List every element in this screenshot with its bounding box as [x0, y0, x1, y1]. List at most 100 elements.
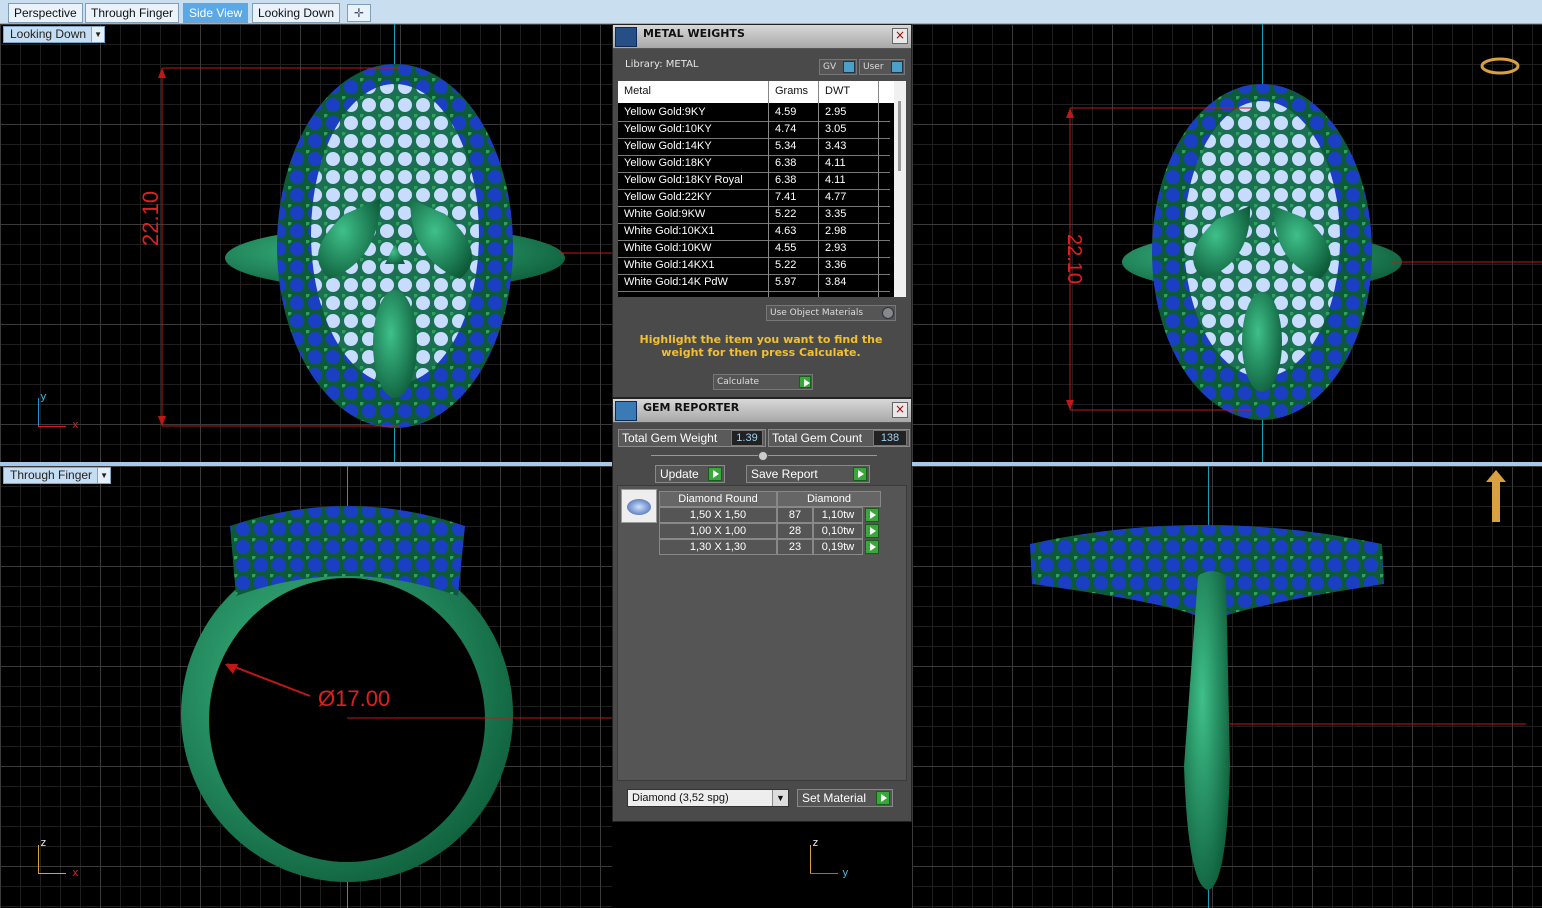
update-button[interactable]: Update: [655, 465, 725, 483]
metal-dwt: 2.93: [825, 242, 847, 254]
metal-row[interactable]: Yellow Gold:18KY Royal 6.38 4.11: [618, 173, 890, 190]
gem-select-button[interactable]: [865, 524, 879, 538]
ring-front-view: [181, 506, 612, 882]
metal-row[interactable]: Yellow Gold:18KY 6.38 4.11: [618, 156, 890, 173]
metal-row[interactable]: Yellow Gold:22KY 7.41 4.77: [618, 190, 890, 207]
metal-name: White Gold:14KX1: [624, 259, 715, 271]
metal-grams: 5.34: [775, 140, 797, 152]
ring-top-view: [158, 64, 612, 428]
gem-count: 23: [777, 539, 813, 555]
gem-count: 28: [777, 523, 813, 539]
metal-table-scrollbar[interactable]: [894, 81, 906, 297]
tab-side-view[interactable]: Side View: [183, 3, 249, 23]
set-material-button[interactable]: Set Material: [797, 789, 893, 807]
gem-count: 87: [777, 507, 813, 523]
gv-toggle[interactable]: GV: [819, 59, 857, 75]
gem-size: 1,50 X 1,50: [659, 507, 777, 523]
metal-row[interactable]: Yellow Gold:10KY 4.74 3.05: [618, 122, 890, 139]
metal-dwt: 3.05: [825, 123, 847, 135]
metal-name: Yellow Gold:9KY: [624, 106, 706, 118]
add-tab-button[interactable]: ✛: [347, 4, 371, 22]
metal-name: White Gold:10KW: [624, 242, 712, 254]
gem-weight: 0,19tw: [813, 539, 863, 555]
tab-looking-down[interactable]: Looking Down: [252, 3, 341, 23]
metal-row[interactable]: Yellow Gold:14KY 5.34 3.43: [618, 139, 890, 156]
gem-size: 1,30 X 1,30: [659, 539, 777, 555]
panel-title: METAL WEIGHTS: [643, 27, 745, 40]
metal-table-header: Metal Grams DWT: [618, 81, 906, 103]
gem-weight: 0,10tw: [813, 523, 863, 539]
column-header-metal[interactable]: Metal: [624, 85, 651, 97]
column-header-dwt[interactable]: DWT: [825, 85, 850, 97]
tab-through-finger[interactable]: Through Finger: [85, 3, 180, 23]
material-select[interactable]: Diamond (3,52 spg) ▼: [627, 789, 789, 807]
metal-dwt: 3.36: [825, 259, 847, 271]
app-root: Perspective Through Finger Side View Loo…: [0, 0, 1542, 908]
metal-weights-panel: METAL WEIGHTS × Library: METAL GV User M…: [612, 24, 912, 398]
user-toggle[interactable]: User: [859, 59, 905, 75]
metal-weights-icon: [615, 27, 637, 47]
metal-dwt: 4.11: [825, 174, 846, 186]
gem-material-header: Diamond: [777, 491, 881, 507]
metal-dwt: 4.11: [825, 157, 846, 169]
metal-grams: 4.74: [775, 123, 797, 135]
metal-grams: 4.55: [775, 242, 797, 254]
close-icon[interactable]: ×: [892, 402, 908, 418]
plus-icon: ✛: [353, 6, 365, 20]
metal-name: Yellow Gold:18KY Royal: [624, 174, 743, 186]
metal-grams: 4.63: [775, 225, 797, 237]
calculate-button[interactable]: Calculate: [713, 374, 813, 390]
ring-side-profile: [1030, 470, 1526, 890]
metal-dwt: 3.35: [825, 208, 847, 220]
metal-row[interactable]: White Gold:10KW 4.55 2.93: [618, 241, 890, 258]
metal-table: Metal Grams DWT Yellow Gold:9KY 4.59 2.95 Y…: [618, 81, 906, 297]
metal-grams: 5.22: [775, 208, 797, 220]
metal-dwt: 3.43: [825, 140, 847, 152]
library-label: Library: METAL: [625, 59, 699, 70]
metal-row[interactable]: White Gold:14K PdW 5.97 3.84: [618, 275, 890, 292]
use-object-materials-toggle[interactable]: Use Object Materials: [766, 305, 896, 321]
splitter-handle-icon[interactable]: [758, 451, 768, 461]
metal-name: Yellow Gold:22KY: [624, 191, 712, 203]
column-header-grams[interactable]: Grams: [775, 85, 808, 97]
gem-weight: 1,10tw: [813, 507, 863, 523]
gem-size: 1,00 X 1,00: [659, 523, 777, 539]
metal-dwt: 3.84: [825, 276, 847, 288]
metal-grams: 4.59: [775, 106, 797, 118]
view-tab-bar: Perspective Through Finger Side View Loo…: [0, 0, 1542, 24]
metal-name: Yellow Gold:10KY: [624, 123, 712, 135]
metal-name: White Gold:9KW: [624, 208, 706, 220]
metal-row[interactable]: Yellow Gold:9KY 4.59 2.95: [618, 105, 890, 122]
gem-select-button[interactable]: [865, 508, 879, 522]
diamond-round-thumbnail-icon: [621, 489, 657, 523]
metal-name: Yellow Gold:18KY: [624, 157, 712, 169]
total-gem-count-value: 138: [873, 430, 907, 446]
gem-reporter-titlebar[interactable]: GEM REPORTER ×: [613, 399, 911, 423]
metal-row[interactable]: White Gold:10KX1 4.63 2.98: [618, 224, 890, 241]
calculate-hint-text: Highlight the item you want to find the …: [639, 333, 883, 359]
gem-shape-header: Diamond Round: [659, 491, 777, 507]
save-report-button[interactable]: Save Report: [746, 465, 870, 483]
metal-grams: 6.38: [775, 174, 797, 186]
metal-dwt: 4.77: [825, 191, 847, 203]
tab-perspective[interactable]: Perspective: [8, 3, 83, 23]
metal-dwt: 2.95: [825, 106, 847, 118]
ring-side-view-top: [1066, 57, 1542, 420]
dimension-label: 22.10: [1063, 234, 1085, 285]
gem-reporter-panel: GEM REPORTER × Total Gem Weight 1.39 Tot…: [612, 398, 912, 822]
metal-name: White Gold:14K PdW: [624, 276, 728, 288]
close-icon[interactable]: ×: [892, 28, 908, 44]
gem-reporter-icon: [615, 401, 637, 421]
metal-weights-titlebar[interactable]: METAL WEIGHTS ×: [613, 25, 911, 49]
gem-select-button[interactable]: [865, 540, 879, 554]
total-gem-weight-value: 1.39: [731, 430, 763, 446]
metal-grams: 5.22: [775, 259, 797, 271]
metal-row[interactable]: White Gold:14KX1 5.22 3.36: [618, 258, 890, 275]
metal-name: Yellow Gold:14KY: [624, 140, 712, 152]
chevron-down-icon[interactable]: ▼: [772, 790, 788, 806]
panel-title: GEM REPORTER: [643, 401, 740, 414]
dimension-label: Ø17.00: [318, 686, 391, 711]
metal-grams: 7.41: [775, 191, 797, 203]
metal-dwt: 2.98: [825, 225, 847, 237]
metal-row[interactable]: White Gold:9KW 5.22 3.35: [618, 207, 890, 224]
